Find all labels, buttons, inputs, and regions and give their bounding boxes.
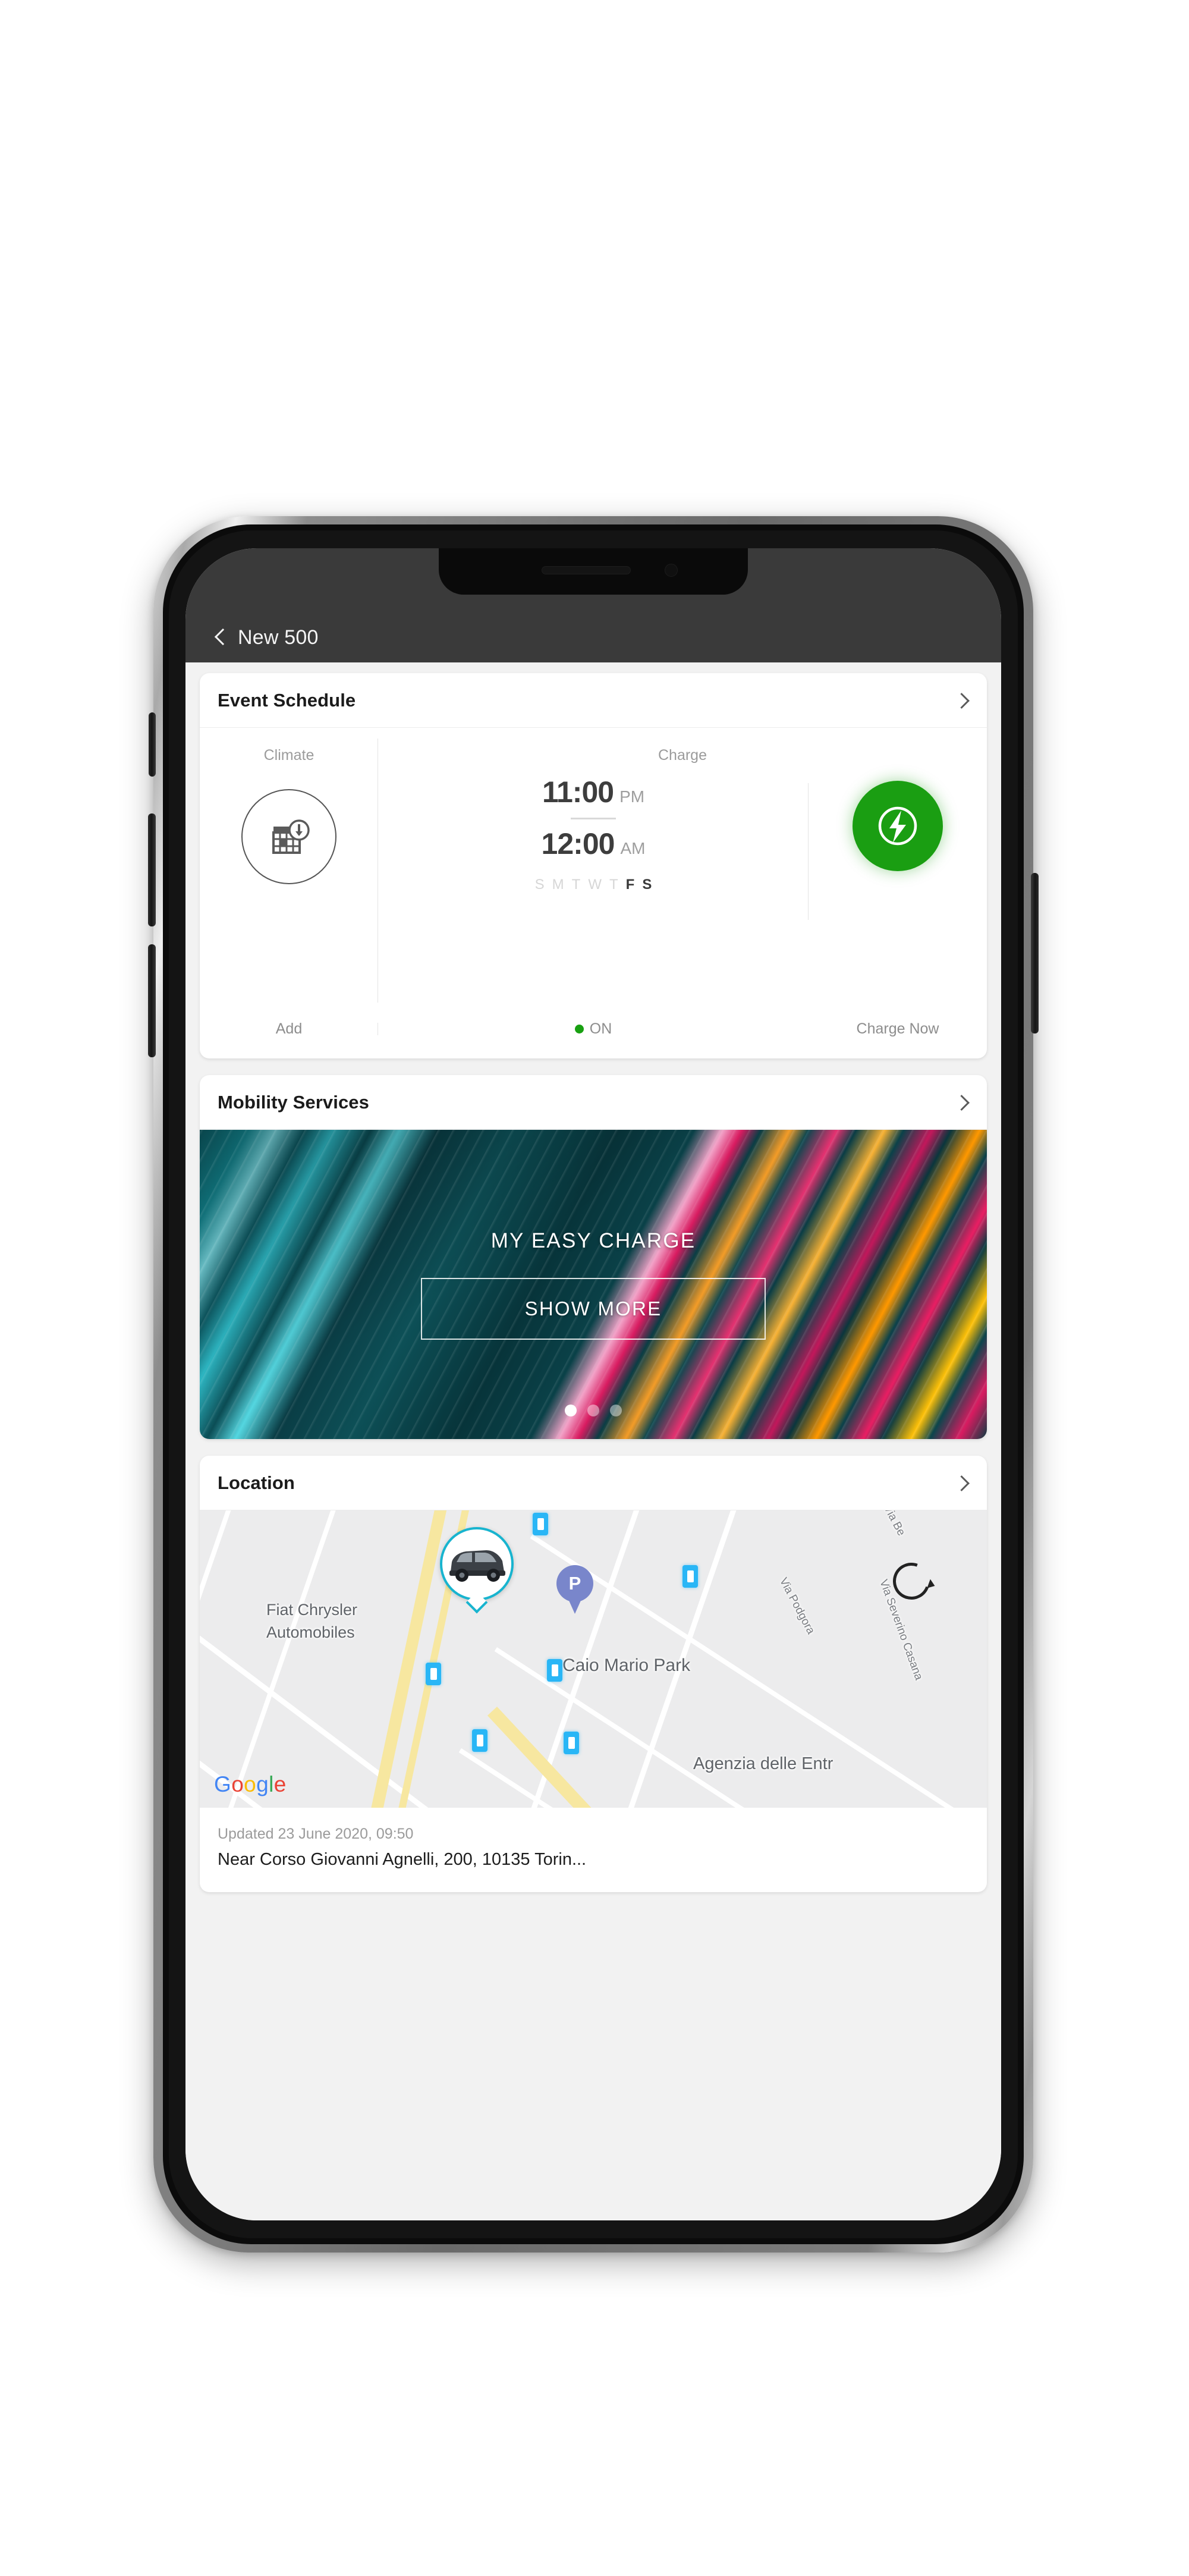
calendar-clock-icon — [272, 819, 310, 854]
charge-now-button[interactable] — [853, 781, 943, 871]
climate-caption: Climate — [263, 747, 314, 764]
charge-end-period: AM — [620, 839, 646, 857]
day-toggle-sat[interactable]: S — [642, 877, 652, 893]
show-more-button[interactable]: SHOW MORE — [421, 1278, 766, 1340]
charge-column: Charge 11:00 PM 12:00 AM S M T W T F S — [378, 736, 987, 1007]
ev-charger-marker[interactable] — [682, 1565, 698, 1588]
phone-notch — [439, 548, 748, 595]
charge-start-time: 11:00 — [542, 775, 614, 809]
phone-inner-ring: New 500 Event Schedule Climate Charge 11… — [169, 530, 1018, 2238]
event-schedule-header[interactable]: Event Schedule — [200, 673, 987, 728]
carousel-dot-3[interactable] — [610, 1405, 622, 1416]
location-updated-timestamp: Updated 23 June 2020, 09:50 — [218, 1826, 414, 1842]
pin-tail — [565, 1591, 585, 1614]
phone-mute-switch[interactable] — [149, 712, 156, 777]
ev-charger-marker[interactable] — [472, 1729, 487, 1752]
carousel-dots[interactable] — [565, 1405, 622, 1416]
phone-device-frame: New 500 Event Schedule Climate Charge 11… — [148, 516, 1039, 2253]
location-map[interactable]: Fiat Chrysler Automobiles Caio Mario Par… — [200, 1510, 987, 1808]
chevron-right-icon[interactable] — [954, 1095, 969, 1110]
ev-charger-marker[interactable] — [533, 1513, 548, 1535]
map-label-fiat-1: Fiat Chrysler — [266, 1601, 358, 1619]
banner-overlay: MY EASY CHARGE SHOW MORE — [200, 1130, 987, 1439]
google-letter-l: l — [269, 1772, 274, 1796]
carousel-dot-1[interactable] — [565, 1405, 577, 1416]
location-title: Location — [218, 1472, 295, 1493]
charge-start-time-row: 11:00 PM — [542, 775, 644, 809]
event-schedule-body: Climate Charge 11:00 PM 12:00 AM S M T W… — [200, 728, 987, 1007]
phone-bezel: New 500 Event Schedule Climate Charge 11… — [163, 524, 1024, 2244]
google-letter-g2: g — [256, 1772, 269, 1796]
map-label-via-podgora: Via Podgora — [776, 1575, 817, 1636]
page-title: New 500 — [238, 626, 319, 649]
map-label-caio-mario-park: Caio Mario Park — [562, 1655, 691, 1675]
charge-row: 11:00 PM 12:00 AM S M T W T F S — [378, 775, 987, 920]
ev-charger-marker[interactable] — [547, 1659, 562, 1682]
google-attribution: Google — [214, 1772, 287, 1797]
earpiece-speaker-icon — [542, 566, 631, 574]
google-letter-g1: G — [214, 1772, 232, 1796]
map-label-fiat-2: Automobiles — [266, 1623, 355, 1641]
charge-start-period: PM — [619, 787, 645, 806]
carousel-dot-2[interactable] — [587, 1405, 599, 1416]
climate-add-button[interactable] — [241, 789, 336, 884]
day-toggle-mon[interactable]: M — [552, 877, 564, 893]
day-toggle-thu[interactable]: T — [609, 877, 618, 893]
map-label-via-be: Via Be — [880, 1510, 908, 1538]
front-camera-icon — [665, 564, 678, 577]
charge-now-column — [809, 775, 987, 871]
ev-charger-marker[interactable] — [426, 1663, 441, 1685]
location-footer: Updated 23 June 2020, 09:50 Near Corso G… — [200, 1808, 987, 1892]
chevron-right-icon[interactable] — [954, 1475, 969, 1491]
location-card: Location Fiat Chrysler Automobiles Caio … — [200, 1456, 987, 1892]
day-toggle-fri[interactable]: F — [626, 877, 635, 893]
parking-pin-icon[interactable]: P — [556, 1565, 593, 1614]
mobility-services-title: Mobility Services — [218, 1091, 369, 1113]
navigation-bar: New 500 — [185, 612, 1001, 662]
day-toggle-sun[interactable]: S — [535, 877, 545, 893]
scroll-content[interactable]: Event Schedule Climate Charge 11:00 PM 1… — [185, 662, 1001, 2220]
phone-power-button[interactable] — [1031, 873, 1039, 1033]
charge-caption: Charge — [658, 747, 707, 764]
charge-bolt-icon — [878, 806, 917, 846]
status-dot-icon — [574, 1024, 584, 1033]
days-of-week-row[interactable]: S M T W T F S — [535, 877, 652, 893]
car-location-pin-icon[interactable] — [440, 1527, 514, 1614]
google-letter-o1: o — [231, 1772, 244, 1796]
location-address: Near Corso Giovanni Agnelli, 200, 10135 … — [218, 1850, 587, 1869]
charge-status-label: ON — [589, 1020, 612, 1037]
car-icon — [449, 1550, 505, 1582]
climate-add-label[interactable]: Add — [200, 1020, 378, 1038]
google-letter-o2: o — [244, 1772, 257, 1796]
mobility-services-card: Mobility Services MY EASY CHARGE SHOW MO… — [200, 1075, 987, 1439]
day-toggle-tue[interactable]: T — [572, 877, 581, 893]
banner-title: MY EASY CHARGE — [490, 1229, 696, 1252]
phone-volume-up-button[interactable] — [148, 813, 156, 926]
event-schedule-title: Event Schedule — [218, 689, 356, 711]
climate-column: Climate — [200, 736, 378, 1007]
charge-end-time: 12:00 — [541, 827, 615, 860]
chevron-right-icon[interactable] — [954, 693, 969, 708]
phone-volume-down-button[interactable] — [148, 944, 156, 1057]
charge-status[interactable]: ON — [378, 1020, 809, 1038]
phone-screen: New 500 Event Schedule Climate Charge 11… — [185, 548, 1001, 2220]
charge-now-label[interactable]: Charge Now — [809, 1020, 987, 1038]
charge-end-time-row: 12:00 AM — [542, 827, 646, 861]
car-avatar — [440, 1527, 514, 1601]
time-divider — [571, 818, 616, 819]
day-toggle-wed[interactable]: W — [588, 877, 602, 893]
map-label-agenzia-delle-entrate: Agenzia delle Entr — [693, 1754, 833, 1773]
ev-charger-marker[interactable] — [564, 1732, 579, 1754]
mobility-services-header[interactable]: Mobility Services — [200, 1075, 987, 1130]
google-letter-e: e — [273, 1772, 287, 1796]
location-header[interactable]: Location — [200, 1456, 987, 1510]
event-schedule-footer: Add ON Charge Now — [200, 1007, 987, 1058]
chevron-left-icon[interactable] — [212, 629, 229, 646]
event-schedule-card: Event Schedule Climate Charge 11:00 PM 1… — [200, 673, 987, 1058]
charge-time-block[interactable]: 11:00 PM 12:00 AM S M T W T F S — [378, 775, 809, 920]
mobility-promo-banner[interactable]: MY EASY CHARGE SHOW MORE — [200, 1130, 987, 1439]
